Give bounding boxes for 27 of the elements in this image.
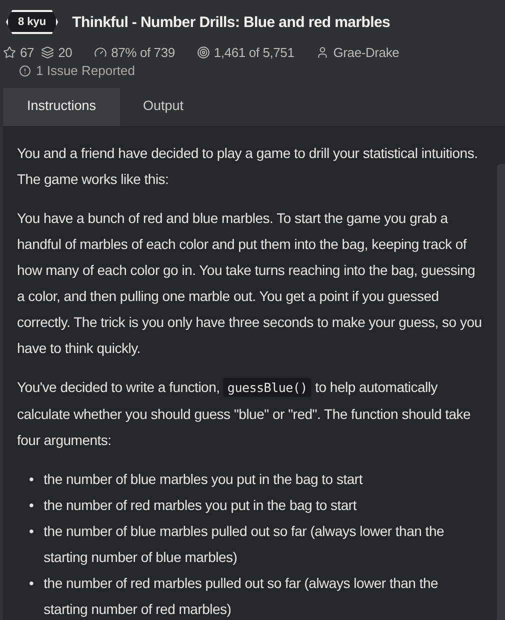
tab[interactable]: Instructions [3, 88, 120, 126]
gauge-icon [94, 46, 108, 59]
target-icon [196, 46, 210, 59]
list-item: the number of blue marbles you put in the bag to start [44, 470, 362, 489]
paragraph: You and a friend have decided to play a game to drill your statistical intuitions. The game works like this: [17, 144, 479, 189]
issue-link[interactable]: 1 Issue Reported [36, 63, 136, 78]
paragraph: You have a bunch of red and blue marbles. To start the game you grab a handful of marbles of each color and put them into the bag, keeping track of how many of each color go in. You take turns reaching into the bag, guessing a color, and then pulling one marble out. You get a point if you guessed correctly. The trick is you only have three seconds to make your guess, so you have to think quickly. [17, 209, 483, 358]
stat-text: 1,461 of 5,751 [214, 45, 294, 60]
bullet: • [29, 574, 34, 593]
user-icon [316, 46, 330, 59]
bullet: • [29, 496, 34, 515]
tab[interactable]: Output [120, 88, 207, 126]
kata-title: Thinkful - Number Drills: Blue and red marbles [72, 14, 390, 30]
stat-text: Grae-Drake [333, 45, 400, 60]
paragraph: You've decided to write a function, guessBlue() to help automatically calculate whether you should guess "blue" or "red". The function should take four arguments: [17, 377, 472, 450]
bullet: • [29, 522, 34, 541]
rank-badge: 8 kyu [6, 10, 58, 34]
stat-text: 87% of 739 [111, 45, 175, 60]
layers-icon [41, 46, 54, 59]
list-item: the number of blue marbles pulled out so far (always lower than the starting number of blue marbles) [44, 522, 446, 567]
star-icon [3, 46, 16, 59]
alert-icon [19, 64, 31, 76]
list-item: the number of red marbles you put in the bag to start [44, 496, 356, 515]
list-item: the number of red marbles pulled out so far (always lower than the starting number of red marbles) [44, 574, 440, 619]
stat-text: 20 [58, 45, 72, 60]
bullet: • [29, 470, 34, 489]
stat-text: 67 [20, 45, 34, 60]
